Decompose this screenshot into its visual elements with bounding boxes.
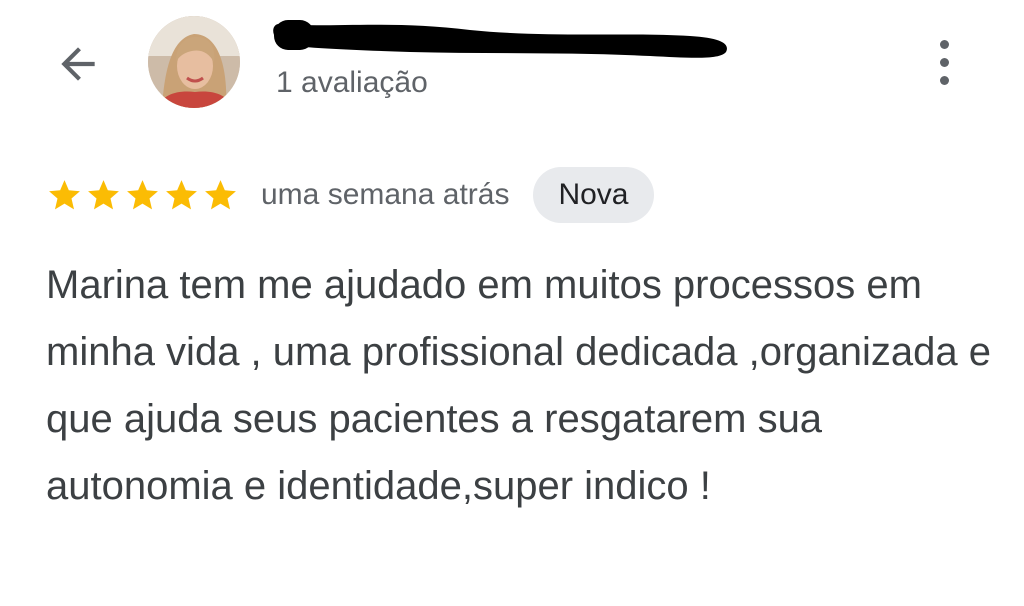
star-icon: [49, 179, 80, 209]
review-screen: 1 avaliação uma semana atrás Nova Marina…: [0, 0, 1024, 606]
review-text: Marina tem me ajudado em muitos processo…: [46, 263, 992, 508]
star-icon: [205, 179, 236, 209]
star-icon: [166, 179, 197, 209]
new-badge: Nova: [533, 167, 654, 223]
avatar-photo: [148, 16, 240, 108]
more-options-button[interactable]: [920, 30, 968, 94]
star-icon: [127, 179, 158, 209]
rating-row: uma semana atrás Nova: [46, 167, 654, 223]
back-button[interactable]: [48, 36, 108, 92]
review-date: uma semana atrás: [261, 178, 510, 211]
more-vert-icon-dot-middle: [939, 57, 949, 67]
more-vert-icon-dot-top: [939, 39, 949, 49]
star-rating: [46, 177, 239, 214]
star-icon: [88, 179, 119, 209]
more-vert-icon-dot-bottom: [939, 75, 949, 85]
reviewer-review-count: 1 avaliação: [276, 66, 428, 99]
redacted-reviewer-name: [273, 20, 727, 58]
arrow-back-icon: [61, 47, 95, 81]
reviewer-avatar[interactable]: [148, 16, 240, 108]
